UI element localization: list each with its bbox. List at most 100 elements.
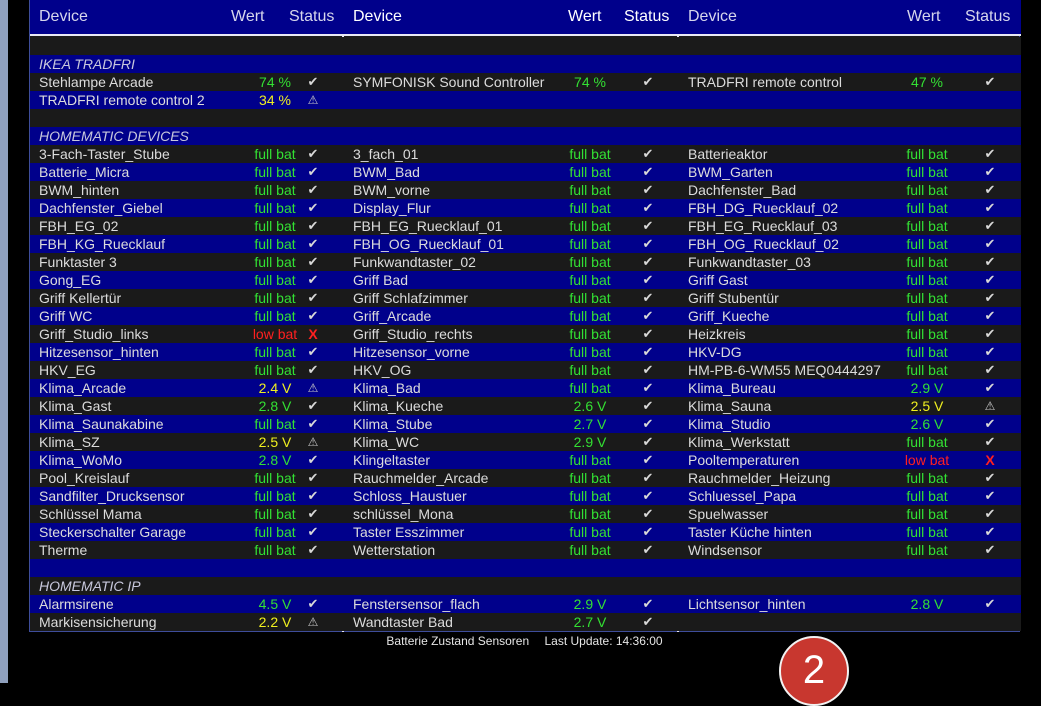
device-name: Klima_Bad: [353, 380, 421, 396]
battery-value: full bat: [906, 164, 948, 180]
device-name: Griff_Studio_rechts: [353, 326, 473, 342]
checkmark-icon: ✔: [984, 470, 996, 485]
device-name: FBH_EG_Ruecklauf_03: [688, 218, 838, 234]
checkmark-icon: ✔: [642, 290, 654, 305]
header-device-1: Device: [39, 8, 88, 25]
checkmark-icon: ✔: [642, 524, 654, 539]
device-name: schlüssel_Mona: [353, 506, 454, 522]
device-name: Klingeltaster: [353, 452, 431, 468]
checkmark-icon: ✔: [642, 326, 654, 341]
device-name: Hitzesensor_vorne: [353, 344, 470, 360]
checkmark-icon: ✔: [984, 344, 996, 359]
device-name: Heizkreis: [688, 326, 746, 342]
header-status-3: Status: [965, 8, 1011, 25]
battery-value: full bat: [906, 524, 948, 540]
device-name: Stehlampe Arcade: [39, 74, 154, 90]
battery-value: full bat: [569, 164, 611, 180]
battery-value: 2.7 V: [573, 614, 607, 630]
battery-value: full bat: [906, 542, 948, 558]
checkmark-icon: ✔: [307, 362, 319, 377]
battery-value: full bat: [906, 362, 948, 378]
checkmark-icon: ✔: [307, 272, 319, 287]
device-name: Funktaster 3: [39, 254, 117, 270]
checkmark-icon: ✔: [642, 416, 654, 431]
device-name: Dachfenster_Bad: [688, 182, 797, 198]
checkmark-icon: ✔: [984, 416, 996, 431]
device-name: Klima_Saunakabine: [39, 416, 164, 432]
device-name: Griff_Arcade: [353, 308, 432, 324]
battery-value: 2.9 V: [910, 380, 944, 396]
checkmark-icon: ✔: [642, 506, 654, 521]
device-name: Klima_WoMo: [39, 452, 122, 468]
device-name: Sandfilter_Drucksensor: [39, 488, 185, 504]
battery-value: full bat: [906, 182, 948, 198]
checkmark-icon: ✔: [984, 74, 996, 89]
section-title: IKEA TRADFRI: [39, 56, 135, 72]
checkmark-icon: ✔: [642, 380, 654, 395]
checkmark-icon: ✔: [984, 272, 996, 287]
battery-value: full bat: [569, 308, 611, 324]
battery-value: full bat: [569, 452, 611, 468]
table-row: Klima_Arcade 2.4 V ⚠ Klima_Bad full bat ✔ Klim…: [30, 379, 1021, 397]
checkmark-icon: ✔: [984, 218, 996, 233]
checkmark-icon: ✔: [642, 452, 654, 467]
battery-value: 2.8 V: [910, 596, 944, 612]
table-row: HKV_EG full bat ✔ HKV_OG full bat ✔ HM-PB-6-WM…: [30, 361, 1021, 379]
device-name: BWM_Bad: [353, 164, 420, 180]
checkmark-icon: ✔: [307, 524, 319, 539]
device-name: Gong_EG: [39, 272, 102, 288]
error-x-icon: X: [985, 452, 995, 468]
checkmark-icon: ✔: [984, 308, 996, 323]
checkmark-icon: ✔: [984, 380, 996, 395]
warning-icon: ⚠: [307, 615, 319, 629]
device-name: Batterie_Micra: [39, 164, 130, 180]
checkmark-icon: ✔: [642, 344, 654, 359]
battery-value: full bat: [906, 272, 948, 288]
warning-icon: ⚠: [307, 381, 319, 395]
notification-badge[interactable]: 2: [779, 636, 849, 706]
device-name: 3-Fach-Taster_Stube: [39, 146, 170, 162]
header-device-3: Device: [688, 8, 737, 25]
table-row: Sandfilter_Drucksensor full bat ✔ Schloss_H…: [30, 487, 1021, 505]
warning-icon: ⚠: [984, 399, 996, 413]
device-name: FBH_EG_02: [39, 218, 119, 234]
battery-value: full bat: [569, 146, 611, 162]
device-name: HKV_EG: [39, 362, 96, 378]
window-edge: [0, 0, 8, 683]
device-name: Griff Kellertür: [39, 290, 122, 306]
battery-value: full bat: [569, 344, 611, 360]
battery-value: full bat: [906, 308, 948, 324]
device-name: Klima_Stube: [353, 416, 433, 432]
battery-value: full bat: [569, 272, 611, 288]
checkmark-icon: ✔: [307, 308, 319, 323]
checkmark-icon: ✔: [307, 290, 319, 305]
device-name: Display_Flur: [353, 200, 431, 216]
battery-value: full bat: [906, 200, 948, 216]
checkmark-icon: ✔: [307, 74, 319, 89]
checkmark-icon: ✔: [984, 146, 996, 161]
table-row: Schlüssel Mama full bat ✔ schlüssel_Mona ful…: [30, 505, 1021, 523]
checkmark-icon: ✔: [307, 146, 319, 161]
device-name: FBH_DG_Ruecklauf_02: [688, 200, 839, 216]
battery-value: full bat: [906, 470, 948, 486]
device-name: Funkwandtaster_02: [353, 254, 476, 270]
battery-value: full bat: [569, 200, 611, 216]
battery-value: full bat: [569, 380, 611, 396]
table-row: Klima_Gast 2.8 V ✔ Klima_Kueche 2.6 V ✔ Klima_…: [30, 397, 1021, 415]
checkmark-icon: ✔: [642, 254, 654, 269]
battery-value: full bat: [906, 290, 948, 306]
footer-title: Batterie Zustand Sensoren: [386, 634, 530, 648]
device-name: Steckerschalter Garage: [39, 524, 187, 540]
battery-value: low bat: [904, 452, 950, 468]
table-row: BWM_hinten full bat ✔ BWM_vorne full bat ✔ Dac…: [30, 181, 1021, 199]
section-title: HOMEMATIC DEVICES: [39, 128, 189, 144]
battery-value: full bat: [906, 434, 948, 450]
table-row: Hitzesensor_hinten full bat ✔ Hitzesensor_v…: [30, 343, 1021, 361]
device-name: Klima_Bureau: [688, 380, 776, 396]
header-wert-2: Wert: [568, 8, 602, 25]
checkmark-icon: ✔: [307, 470, 319, 485]
table-row: TRADFRI remote control 2 34 % ⚠: [30, 91, 1021, 109]
checkmark-icon: ✔: [984, 182, 996, 197]
battery-value: full bat: [906, 254, 948, 270]
checkmark-icon: ✔: [642, 488, 654, 503]
